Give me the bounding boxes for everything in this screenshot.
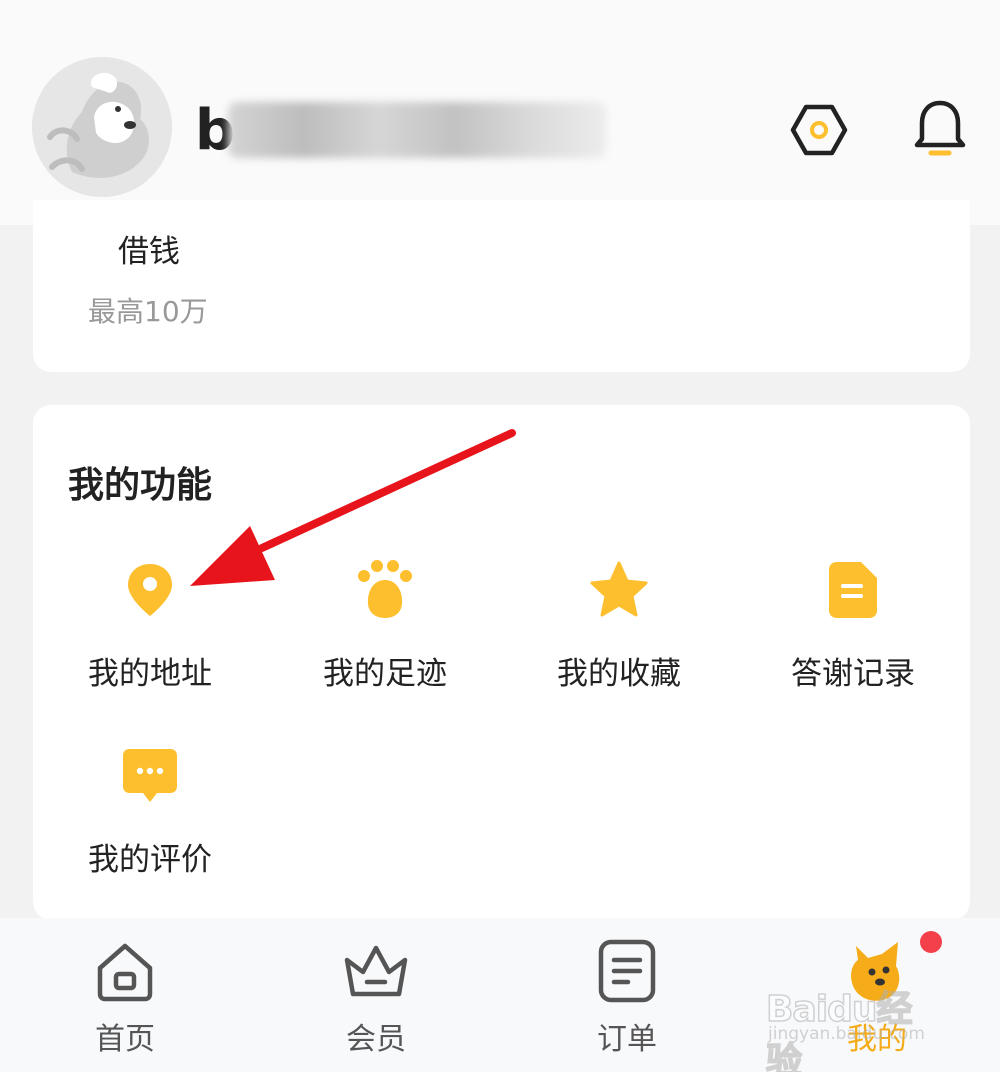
- crown-icon: [344, 945, 408, 997]
- document-icon: [829, 562, 877, 618]
- dog-avatar-icon: [32, 57, 172, 197]
- dog-mascot-icon: [851, 942, 900, 1001]
- tab-membership[interactable]: 会员: [276, 918, 476, 1072]
- location-pin-icon: [128, 564, 172, 616]
- tab-label: 首页: [95, 1022, 155, 1057]
- order-list-icon: [598, 939, 656, 1003]
- tab-orders[interactable]: 订单: [527, 918, 727, 1072]
- function-my-reviews[interactable]: 我的评价: [60, 746, 240, 886]
- tab-label: 订单: [597, 1022, 657, 1057]
- profile-header: b: [0, 0, 1000, 225]
- function-label: 我的地址: [88, 656, 212, 692]
- loan-subtitle: 最高10万: [88, 295, 208, 328]
- home-icon: [97, 943, 153, 1002]
- star-icon: [590, 561, 648, 617]
- function-my-footprints[interactable]: 我的足迹: [295, 560, 475, 700]
- bell-icon: [914, 100, 966, 156]
- loan-title[interactable]: 借钱: [118, 226, 180, 271]
- tab-home[interactable]: 首页: [25, 918, 225, 1072]
- function-label: 答谢记录: [791, 656, 915, 692]
- notification-badge: [920, 931, 942, 953]
- settings-button[interactable]: [784, 95, 854, 165]
- function-label: 我的评价: [88, 842, 212, 878]
- function-my-address[interactable]: 我的地址: [60, 560, 240, 700]
- settings-hexagon-icon: [790, 104, 848, 156]
- paw-icon: [358, 560, 412, 618]
- comment-icon: [123, 749, 177, 802]
- tab-mine[interactable]: 我的: [777, 918, 977, 1072]
- function-my-favorites[interactable]: 我的收藏: [529, 560, 709, 700]
- tab-label: 会员: [346, 1022, 406, 1057]
- function-label: 我的收藏: [557, 656, 681, 692]
- function-label: 我的足迹: [323, 656, 447, 692]
- bottom-tab-bar: 首页 会员 订单 我的: [0, 918, 1000, 1072]
- username-redacted: [228, 102, 606, 158]
- notifications-button[interactable]: [905, 95, 975, 165]
- function-thanks-records[interactable]: 答谢记录: [763, 560, 943, 700]
- avatar[interactable]: [32, 57, 172, 197]
- section-title: 我的功能: [68, 465, 213, 506]
- tab-label: 我的: [847, 1022, 907, 1057]
